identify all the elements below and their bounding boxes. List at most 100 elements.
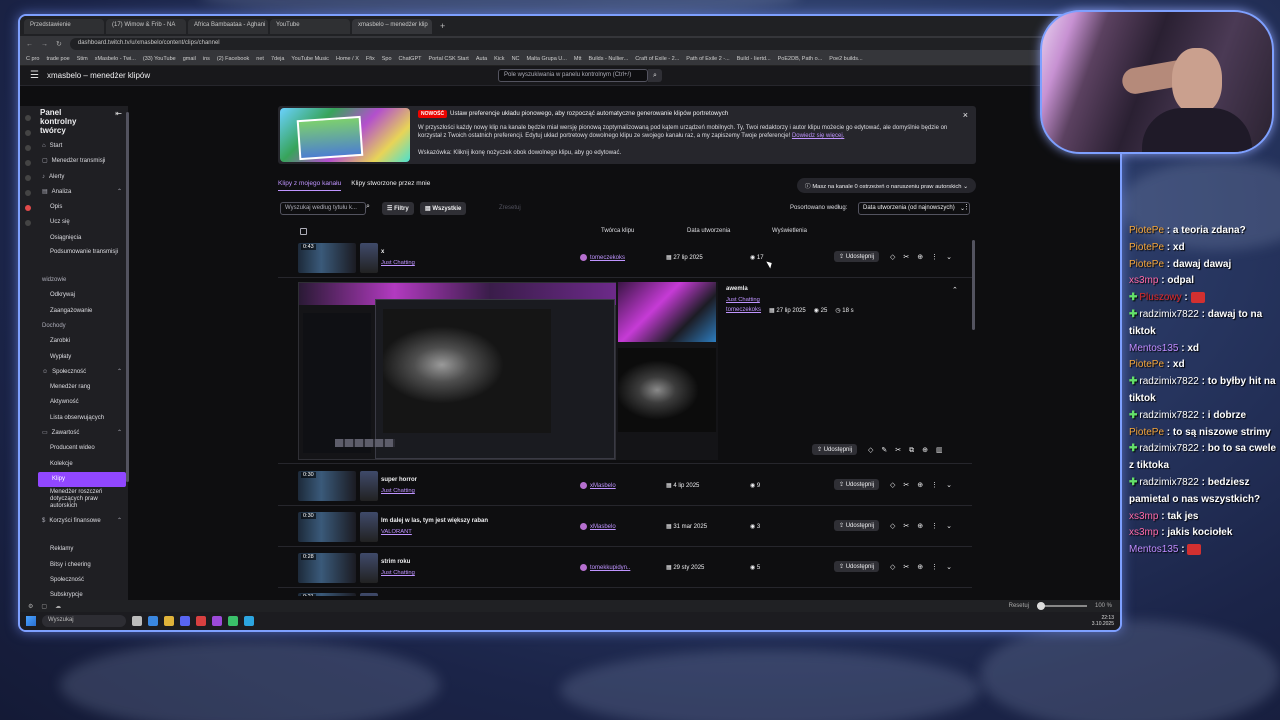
bookmark-item[interactable]: Malta Grupa U... bbox=[527, 56, 567, 62]
clip-category[interactable]: Just Chatting bbox=[381, 570, 415, 576]
sidebar-item[interactable]: Zarobki bbox=[36, 334, 128, 349]
reload-icon[interactable]: ↻ bbox=[56, 40, 62, 48]
learn-more-link[interactable]: Dowiedz się więcej. bbox=[792, 133, 844, 139]
download-icon[interactable]: ⊕ bbox=[917, 254, 931, 261]
bookmark-item[interactable]: xMasbelo - Twi... bbox=[95, 56, 136, 62]
settings-icon[interactable]: ⚙ bbox=[28, 603, 33, 610]
tab-my-channel-clips[interactable]: Klipy z mojego kanału bbox=[278, 180, 342, 191]
expanded-clip-category[interactable]: Just Chatting bbox=[726, 297, 760, 303]
share-button[interactable]: ⇪ Udostępnij bbox=[834, 251, 880, 262]
external-link-icon[interactable]: ⧉ bbox=[909, 447, 922, 454]
clip-category[interactable]: Just Chatting bbox=[381, 488, 415, 494]
sidebar-item[interactable]: Menedżer rang bbox=[36, 380, 128, 395]
rail-icon[interactable] bbox=[25, 190, 31, 196]
bookmark-item[interactable]: PoE2DB, Path o... bbox=[778, 56, 823, 62]
bookmark-item[interactable]: Poe2 builds... bbox=[829, 56, 862, 62]
close-icon[interactable]: × bbox=[963, 110, 968, 120]
more-options-icon[interactable]: ⋮ bbox=[931, 564, 946, 571]
download-icon[interactable]: ⊕ bbox=[922, 447, 936, 454]
clip-category[interactable]: VALORANT bbox=[381, 529, 412, 535]
sidebar-item[interactable]: Zaangażowanie bbox=[36, 304, 128, 319]
zoom-slider[interactable] bbox=[1036, 602, 1087, 610]
sidebar-item[interactable]: Producent wideo bbox=[36, 441, 128, 456]
rail-icon[interactable] bbox=[25, 220, 31, 226]
clip-portrait-thumbnail[interactable] bbox=[360, 243, 378, 273]
sidebar-item[interactable]: Osiągnięcia bbox=[36, 231, 128, 246]
bookmark-item[interactable]: Mtt bbox=[574, 56, 582, 62]
scissors-icon[interactable]: ✂ bbox=[903, 564, 917, 571]
chevron-down-icon[interactable]: ⌄ bbox=[946, 564, 960, 571]
bookmark-item[interactable]: ins bbox=[203, 56, 210, 62]
rail-icon[interactable] bbox=[25, 130, 31, 136]
share-button[interactable]: ⇪ Udostępnij bbox=[834, 479, 880, 490]
browser-tab[interactable]: (17) Wimow & Frib - NA bbox=[106, 18, 186, 34]
sidebar-item[interactable]: Opis bbox=[36, 200, 128, 215]
main-scrollbar[interactable] bbox=[972, 240, 975, 330]
bookmark-item[interactable]: Build - Iiertd... bbox=[737, 56, 771, 62]
clip-creator[interactable]: tomekkupidyn.. bbox=[580, 564, 630, 571]
dashboard-search-input[interactable]: Pole wyszukiwania w panelu kontrolnym (C… bbox=[498, 69, 648, 82]
portrait-icon[interactable]: ◇ bbox=[890, 523, 903, 530]
clip-search-input[interactable]: Wyszukaj według tytułu k... bbox=[280, 202, 366, 215]
edit-icon[interactable]: ✎ bbox=[881, 447, 895, 454]
download-icon[interactable]: ⊕ bbox=[917, 564, 931, 571]
sidebar-item[interactable]: Wypłaty bbox=[36, 350, 128, 365]
chevron-up-icon[interactable]: ⌃ bbox=[952, 286, 958, 294]
tab-clips-by-me[interactable]: Klipy stworzone przez mnie bbox=[351, 180, 430, 191]
sidebar-item[interactable]: Kolekcje bbox=[36, 457, 128, 472]
bookmark-item[interactable]: ChatGPT bbox=[399, 56, 422, 62]
cloud-icon[interactable]: ☁ bbox=[55, 603, 61, 610]
bookmark-item[interactable]: NC bbox=[512, 56, 520, 62]
sidebar-item[interactable]: ♪ Alerty bbox=[36, 170, 128, 185]
opera-icon[interactable] bbox=[196, 616, 206, 626]
clip-creator[interactable]: xMasbelo bbox=[580, 523, 616, 530]
chevron-down-icon[interactable]: ⌄ bbox=[946, 482, 960, 489]
search-icon[interactable]: ⌕ bbox=[648, 69, 662, 82]
clip-portrait-thumbnail[interactable] bbox=[360, 593, 378, 596]
hamburger-menu-icon[interactable]: ☰ bbox=[30, 70, 39, 81]
windows-start-icon[interactable] bbox=[26, 616, 36, 626]
chevron-down-icon[interactable]: ⌄ bbox=[946, 523, 960, 530]
telegram-icon[interactable] bbox=[244, 616, 254, 626]
rail-icon[interactable] bbox=[25, 205, 31, 211]
bookmark-item[interactable]: Path of Exile 2 -... bbox=[686, 56, 729, 62]
expanded-clip-creator[interactable]: tomeczekoks bbox=[726, 307, 761, 314]
sidebar-item[interactable]: ☺ Społeczność ⌃ bbox=[36, 365, 128, 380]
sidebar-item[interactable]: Podsumowanie transmisji bbox=[36, 246, 128, 273]
sidebar-item[interactable]: widzowie bbox=[36, 273, 128, 288]
more-options-icon[interactable]: ⋮ bbox=[963, 203, 970, 211]
rail-icon[interactable] bbox=[25, 115, 31, 121]
download-icon[interactable]: ⊕ bbox=[917, 482, 931, 489]
sidebar-item[interactable]: $ Korzyści finansowe ⌃ bbox=[36, 515, 128, 542]
share-button[interactable]: ⇪ Udostępnij bbox=[834, 561, 880, 572]
share-button[interactable]: ⇪ Udostępnij bbox=[812, 444, 858, 455]
zoom-reset-button[interactable]: Resetuj bbox=[1009, 603, 1029, 609]
clip-creator[interactable]: xMasbelo bbox=[580, 482, 616, 489]
scissors-icon[interactable]: ✂ bbox=[903, 523, 917, 530]
bookmark-item[interactable]: net bbox=[256, 56, 264, 62]
clip-portrait-thumbnail[interactable] bbox=[360, 512, 378, 542]
bookmark-item[interactable]: Kick bbox=[494, 56, 504, 62]
sidebar-item[interactable]: Menedżer roszczeń dotyczących praw autor… bbox=[36, 487, 128, 515]
bookmark-item[interactable]: 7deja bbox=[271, 56, 284, 62]
collapse-sidebar-icon[interactable]: ⇤ bbox=[115, 109, 122, 118]
filters-button[interactable]: ☰ Filtry bbox=[382, 202, 414, 215]
new-tab-icon[interactable]: + bbox=[434, 21, 451, 31]
portrait-icon[interactable]: ◇ bbox=[890, 564, 903, 571]
rail-icon[interactable] bbox=[25, 175, 31, 181]
screenshot-icon[interactable]: ▢ bbox=[41, 603, 47, 610]
sidebar-item[interactable]: Lista obserwujących bbox=[36, 411, 128, 426]
app-icon[interactable] bbox=[212, 616, 222, 626]
all-filter-button[interactable]: ▤ Wszystkie bbox=[420, 202, 467, 215]
more-options-icon[interactable]: ⋮ bbox=[931, 482, 946, 489]
chrome-icon[interactable] bbox=[228, 616, 238, 626]
bookmark-item[interactable]: YouTube Music bbox=[291, 56, 329, 62]
sidebar-item[interactable]: ⌂ Start bbox=[36, 139, 128, 154]
bookmark-item[interactable]: trade poe bbox=[46, 56, 69, 62]
chevron-down-icon[interactable]: ⌄ bbox=[946, 254, 960, 261]
reset-button[interactable]: Zresetuj bbox=[494, 202, 526, 215]
browser-tab[interactable]: YouTube bbox=[270, 18, 350, 34]
delete-icon[interactable]: ▥ bbox=[936, 447, 951, 454]
bookmark-item[interactable]: Craft of Exile - 2... bbox=[635, 56, 679, 62]
sidebar-item[interactable]: ▭ Zawartość ⌃ bbox=[36, 426, 128, 441]
